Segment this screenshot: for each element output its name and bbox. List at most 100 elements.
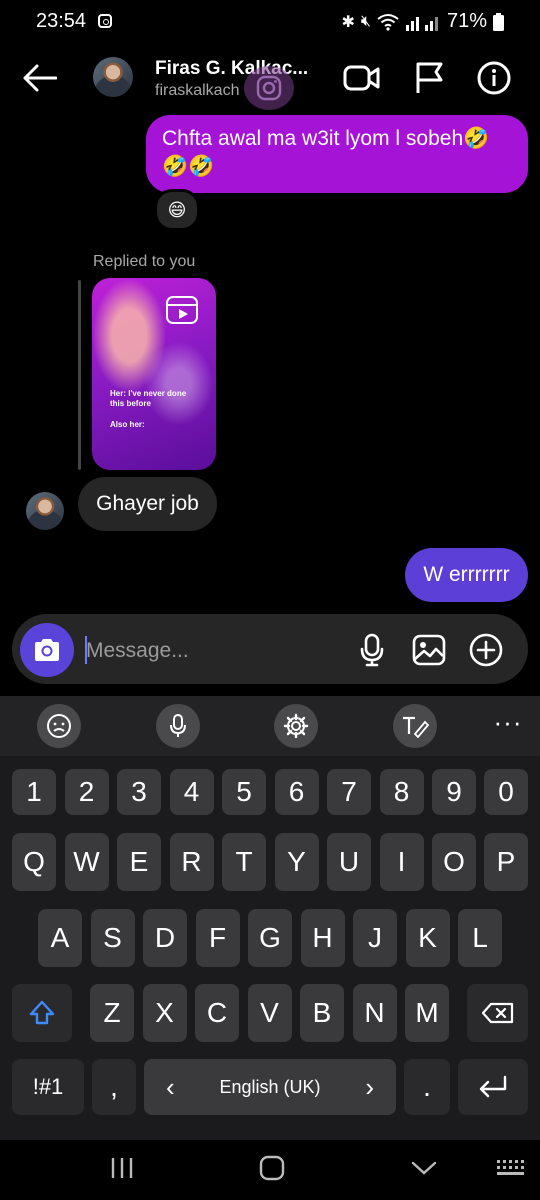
gallery-button[interactable] [408, 628, 450, 672]
home-button[interactable] [250, 1150, 294, 1186]
key-k[interactable]: K [405, 909, 450, 967]
received-message-bubble[interactable]: Ghayer job [78, 477, 217, 531]
backspace-icon [481, 1002, 513, 1024]
hide-keyboard-button[interactable] [402, 1150, 446, 1186]
signal-icon [405, 16, 438, 31]
handwriting-button[interactable] [393, 704, 437, 748]
enter-key[interactable] [458, 1059, 528, 1115]
shift-key[interactable] [12, 984, 72, 1042]
info-icon [477, 61, 511, 95]
recent-apps-icon [111, 1158, 133, 1178]
key-3[interactable]: 3 [117, 769, 161, 815]
microphone-icon [360, 633, 384, 667]
key-0[interactable]: 0 [484, 769, 528, 815]
status-icons: ✱ 🔇︎ 71% [341, 10, 504, 33]
sent-message-bubble[interactable]: Chfta awal ma w3it lyom l sobeh🤣🤣🤣 [146, 115, 528, 193]
key-j[interactable]: J [353, 909, 397, 967]
comma-key[interactable]: , [92, 1059, 136, 1115]
reel-icon [166, 296, 198, 324]
info-button[interactable] [472, 56, 516, 100]
spacebar[interactable]: ‹ English (UK) › [144, 1059, 396, 1115]
key-z[interactable]: Z [90, 984, 134, 1042]
key-a[interactable]: A [38, 909, 82, 967]
key-2[interactable]: 2 [64, 769, 109, 815]
status-time: 23:54 [36, 10, 112, 33]
shared-reel-preview[interactable]: Her: I've never done this before Also he… [92, 278, 216, 470]
more-dots-icon: ··· [493, 707, 523, 737]
voice-input-button[interactable] [156, 704, 200, 748]
symbols-key[interactable]: !#1 [12, 1059, 84, 1115]
keyboard-settings-button[interactable] [274, 704, 318, 748]
sender-avatar[interactable] [26, 492, 64, 530]
key-l[interactable]: L [458, 909, 502, 967]
key-m[interactable]: M [405, 984, 449, 1042]
key-q[interactable]: Q [12, 833, 56, 891]
replied-label: Replied to you [93, 253, 196, 270]
keyboard-row-2: A S D F G H J K L [38, 909, 502, 967]
more-options-button[interactable]: ··· [486, 709, 530, 740]
gear-icon [283, 713, 309, 739]
camera-button[interactable] [20, 623, 74, 677]
key-9[interactable]: 9 [432, 769, 476, 815]
key-p[interactable]: P [484, 833, 528, 891]
message-input[interactable] [84, 634, 328, 668]
key-t[interactable]: T [222, 833, 266, 891]
key-s[interactable]: S [90, 909, 135, 967]
message-reaction[interactable]: 😄 [154, 189, 200, 231]
key-e[interactable]: E [117, 833, 161, 891]
key-o[interactable]: O [432, 833, 476, 891]
sent-message-bubble[interactable]: W errrrrrr [405, 548, 528, 602]
key-h[interactable]: H [300, 909, 345, 967]
period-key[interactable]: . [404, 1059, 450, 1115]
key-u[interactable]: U [327, 833, 371, 891]
voice-message-button[interactable] [352, 628, 392, 672]
recent-apps-button[interactable] [100, 1150, 144, 1186]
reel-caption-secondary: Also her: [110, 420, 145, 429]
reply-indicator-bar [78, 280, 81, 470]
key-7[interactable]: 7 [327, 769, 371, 815]
key-5[interactable]: 5 [222, 769, 266, 815]
key-x[interactable]: X [142, 984, 187, 1042]
key-r[interactable]: R [169, 833, 214, 891]
backspace-key[interactable] [467, 984, 528, 1042]
chevron-down-icon [411, 1161, 437, 1175]
emoji-icon [47, 714, 71, 738]
instagram-notification-icon [97, 14, 112, 28]
key-4[interactable]: 4 [169, 769, 214, 815]
chevron-right-icon: › [365, 1071, 374, 1102]
key-c[interactable]: C [195, 984, 239, 1042]
key-6[interactable]: 6 [274, 769, 319, 815]
key-v[interactable]: V [247, 984, 292, 1042]
video-call-button[interactable] [340, 56, 384, 100]
key-g[interactable]: G [248, 909, 292, 967]
keyboard-toolbar [0, 696, 540, 756]
enter-icon [479, 1075, 507, 1098]
emoji-button[interactable] [37, 704, 81, 748]
instagram-profile-badge[interactable] [244, 66, 294, 110]
chevron-left-icon: ‹ [166, 1071, 175, 1102]
flag-icon [416, 62, 443, 93]
key-1[interactable]: 1 [12, 769, 56, 815]
key-w[interactable]: W [64, 833, 109, 891]
key-8[interactable]: 8 [379, 769, 424, 815]
wifi-icon [377, 13, 399, 31]
key-b[interactable]: B [300, 984, 344, 1042]
keyboard-row-3: Z X C V B N M [90, 984, 450, 1042]
contact-avatar[interactable] [93, 57, 133, 97]
key-i[interactable]: I [379, 833, 424, 891]
keyboard-row-1: Q W E R T Y U I O P [12, 833, 528, 891]
keyboard-switch-button[interactable] [488, 1150, 532, 1186]
add-attachment-button[interactable] [465, 628, 507, 672]
report-button[interactable] [408, 56, 452, 100]
key-d[interactable]: D [143, 909, 187, 967]
keyboard-number-row: 1 2 3 4 5 6 7 8 9 0 [12, 769, 528, 815]
key-n[interactable]: N [352, 984, 397, 1042]
shift-arrow-icon [29, 1000, 55, 1025]
key-f[interactable]: F [195, 909, 240, 967]
text-cursor [85, 636, 87, 664]
plus-circle-icon [469, 633, 503, 667]
back-button[interactable] [18, 58, 62, 98]
video-camera-icon [343, 65, 380, 91]
home-icon [259, 1155, 285, 1181]
key-y[interactable]: Y [274, 833, 319, 891]
